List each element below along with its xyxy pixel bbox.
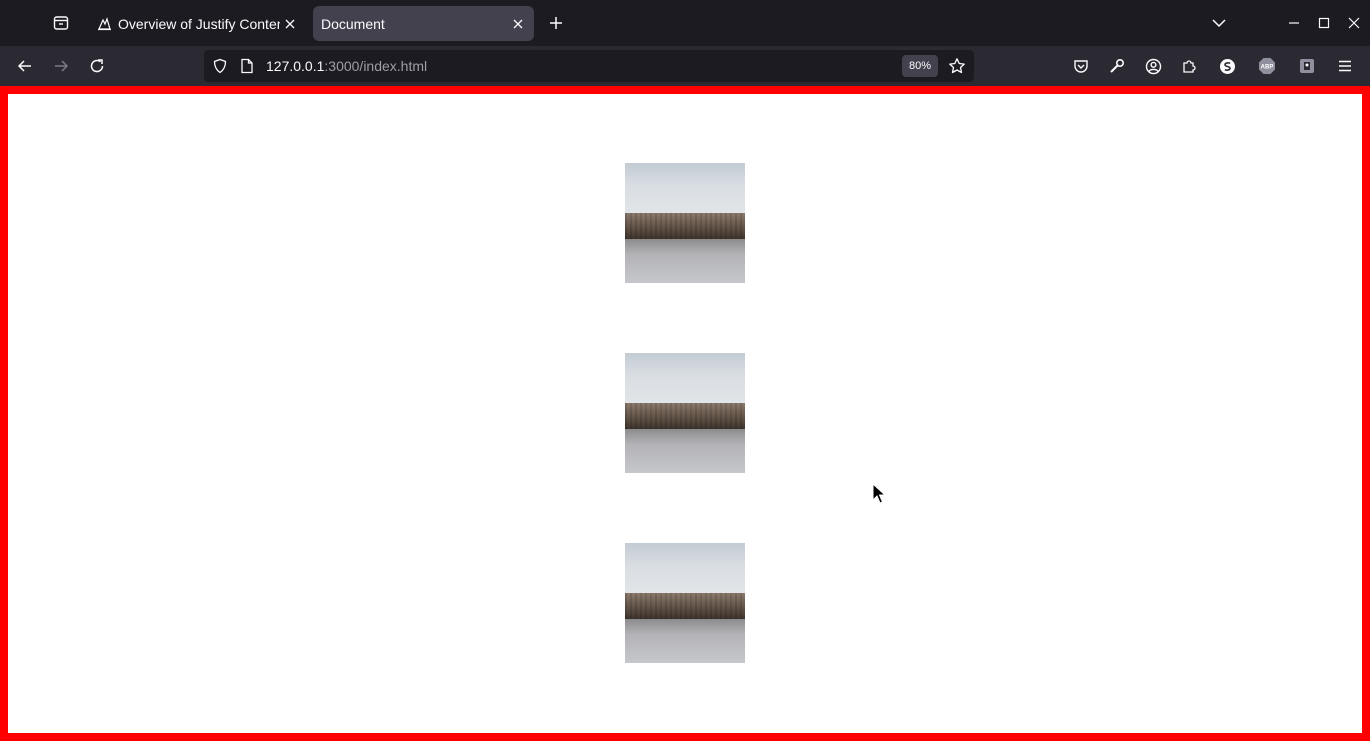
forward-button[interactable] xyxy=(45,50,77,82)
developer-tools-button[interactable] xyxy=(1101,50,1133,82)
list-all-tabs-button[interactable] xyxy=(1204,8,1234,38)
url-text[interactable]: 127.0.0.1:3000/index.html xyxy=(266,58,427,74)
tab-overview[interactable]: Overview of Justify Content xyxy=(86,6,306,41)
address-bar[interactable]: 127.0.0.1:3000/index.html 80% xyxy=(204,50,974,82)
minimize-button[interactable] xyxy=(1279,8,1309,38)
hamburger-menu-icon xyxy=(1339,60,1351,72)
close-icon xyxy=(1348,17,1360,29)
back-arrow-icon xyxy=(17,60,31,72)
plus-icon xyxy=(550,17,562,29)
pocket-icon xyxy=(1074,60,1088,73)
new-tab-button[interactable] xyxy=(542,9,570,37)
sync-extension-button[interactable] xyxy=(1211,50,1243,82)
photo-image xyxy=(625,353,745,473)
reload-icon xyxy=(90,59,104,73)
adblock-plus-button[interactable]: ABP xyxy=(1251,50,1283,82)
maximize-icon xyxy=(1318,17,1330,29)
minimize-icon xyxy=(1289,22,1299,24)
url-host: 127.0.0.1 xyxy=(266,58,325,74)
tab-favicon-icon xyxy=(96,16,112,32)
photo-image xyxy=(625,543,745,663)
pocket-button[interactable] xyxy=(1065,50,1097,82)
firefox-view-button[interactable] xyxy=(44,7,78,39)
s-circle-icon xyxy=(1219,58,1235,74)
navigation-toolbar: 127.0.0.1:3000/index.html 80% ABP xyxy=(0,46,1370,86)
page-viewport xyxy=(0,86,1370,741)
extensions-button[interactable] xyxy=(1173,50,1205,82)
firefox-view-icon xyxy=(53,16,69,30)
tab-title: Document xyxy=(321,15,385,32)
wrench-icon xyxy=(1110,58,1125,73)
tab-close-icon[interactable] xyxy=(280,14,300,34)
url-path: :3000/index.html xyxy=(324,58,428,74)
chevron-down-icon xyxy=(1212,19,1226,27)
extension-button[interactable] xyxy=(1291,50,1323,82)
image-extension-icon xyxy=(1300,59,1314,73)
tab-document[interactable]: Document xyxy=(313,6,534,41)
svg-text:ABP: ABP xyxy=(1261,65,1274,71)
account-button[interactable] xyxy=(1137,50,1169,82)
tab-close-icon[interactable] xyxy=(508,14,528,34)
forward-arrow-icon xyxy=(55,60,69,72)
back-button[interactable] xyxy=(9,50,41,82)
account-icon xyxy=(1145,58,1161,74)
reload-button[interactable] xyxy=(81,50,113,82)
app-menu-button[interactable] xyxy=(1329,50,1361,82)
maximize-button[interactable] xyxy=(1309,8,1339,38)
photo-image xyxy=(625,163,745,283)
tab-title: Overview of Justify Content xyxy=(118,15,280,32)
puzzle-icon xyxy=(1183,60,1196,73)
tracking-protection-shield-icon[interactable] xyxy=(212,58,228,79)
close-window-button[interactable] xyxy=(1339,8,1369,38)
page-info-icon[interactable] xyxy=(240,58,254,79)
zoom-indicator[interactable]: 80% xyxy=(902,55,938,77)
mouse-cursor-icon xyxy=(872,483,886,504)
abp-icon: ABP xyxy=(1259,58,1275,74)
bookmark-star-icon[interactable] xyxy=(948,57,966,80)
tab-bar: Overview of Justify Content Document xyxy=(0,0,1370,46)
